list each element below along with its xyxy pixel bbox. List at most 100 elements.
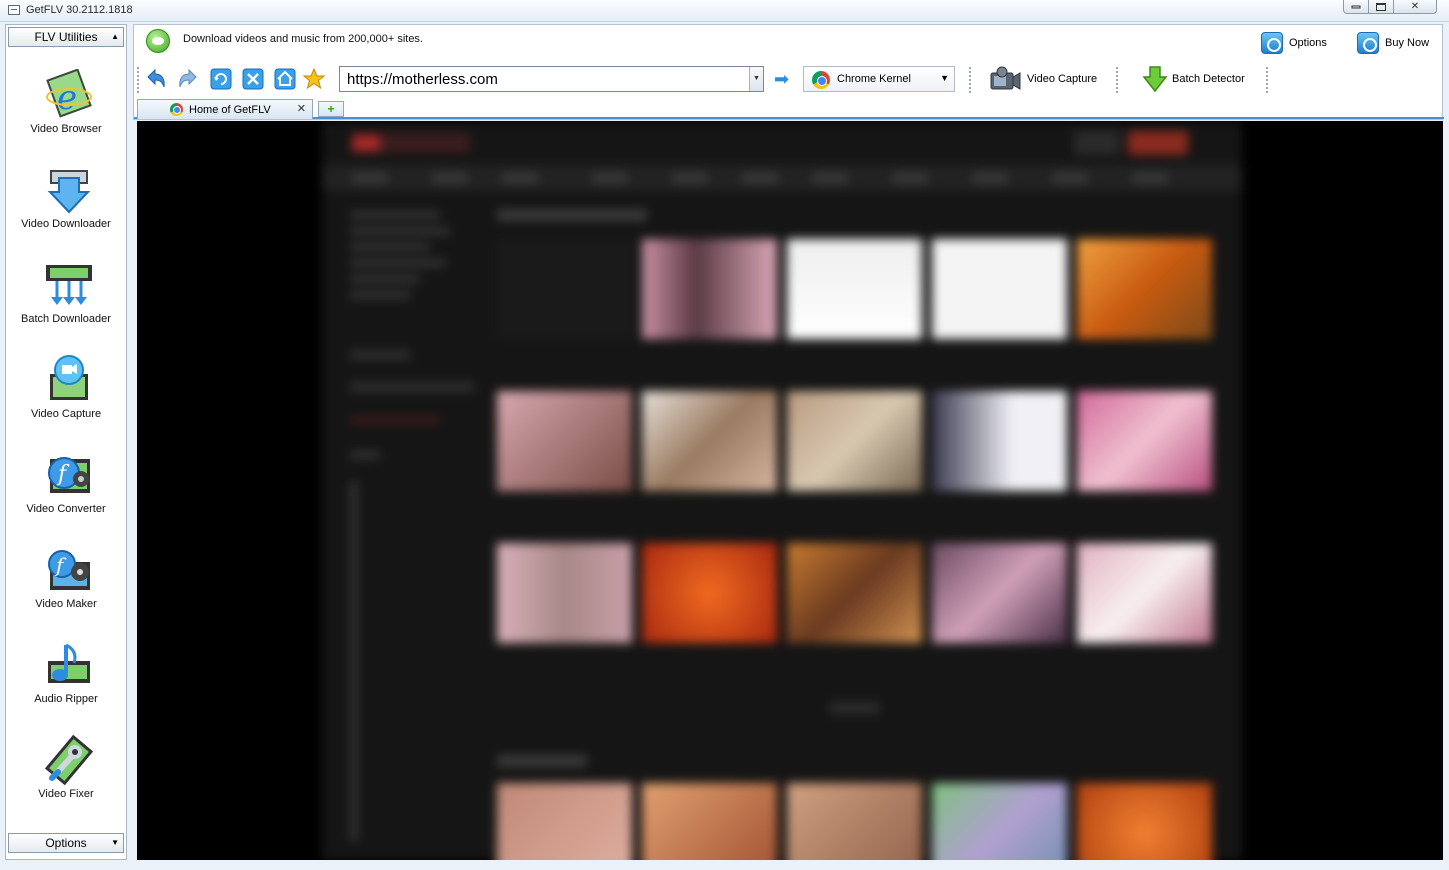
- video-thumbnail: [932, 543, 1067, 643]
- tool-video-browser[interactable]: e Video Browser: [6, 69, 126, 159]
- video-thumbnail: [932, 239, 1067, 339]
- promo-text: Download videos and music from 200,000+ …: [183, 33, 423, 45]
- tool-video-capture[interactable]: Video Capture: [6, 354, 126, 444]
- browser-viewport[interactable]: [137, 121, 1443, 860]
- video-downloader-icon: [47, 170, 91, 214]
- key-icon: [1357, 32, 1379, 54]
- video-thumbnail: [787, 783, 922, 860]
- minimize-button[interactable]: [1343, 0, 1369, 14]
- separator: [137, 67, 139, 93]
- site-sidebar: [350, 211, 480, 851]
- tool-video-converter[interactable]: f Video Converter: [6, 449, 126, 539]
- minimize-icon: [1351, 5, 1361, 8]
- video-thumbnail: [497, 239, 632, 339]
- video-capture-button[interactable]: Video Capture: [989, 65, 1097, 93]
- tool-label: Batch Downloader: [21, 313, 111, 325]
- tool-label: Video Browser: [30, 123, 102, 135]
- video-thumbnail: [932, 783, 1067, 860]
- home-button[interactable]: [273, 67, 297, 91]
- svg-text:e: e: [57, 78, 77, 118]
- gear-icon: [1261, 32, 1283, 54]
- tool-video-maker[interactable]: f Video Maker: [6, 544, 126, 634]
- batch-detector-button[interactable]: Batch Detector: [1142, 65, 1245, 93]
- video-thumbnail: [497, 543, 632, 643]
- navigation-row: ▼ ➡ Chrome Kernel ▼ Video Capture Batch …: [134, 63, 1444, 97]
- utilities-dropdown[interactable]: FLV Utilities ▲: [8, 27, 124, 47]
- green-download-icon: [1142, 66, 1168, 93]
- video-fixer-icon: [44, 734, 94, 786]
- video-thumbnail: [932, 391, 1067, 491]
- forward-button[interactable]: [176, 67, 200, 91]
- video-thumbnail: [642, 391, 777, 491]
- options-dropdown[interactable]: Options ▼: [8, 833, 124, 853]
- video-browser-icon: e: [46, 69, 92, 118]
- video-capture-icon: [50, 355, 88, 400]
- utilities-dropdown-label: FLV Utilities: [34, 30, 98, 44]
- dropdown-arrow-icon: ▼: [940, 73, 949, 83]
- url-history-dropdown[interactable]: ▼: [749, 67, 763, 91]
- url-field[interactable]: ▼: [339, 66, 764, 92]
- video-converter-icon: f: [48, 457, 90, 493]
- tool-audio-ripper[interactable]: Audio Ripper: [6, 639, 126, 729]
- tab-bar: Home of GetFLV ✕ +: [134, 97, 1444, 119]
- tool-label: Video Maker: [35, 598, 97, 610]
- batch-detector-label: Batch Detector: [1172, 73, 1245, 85]
- maximize-button[interactable]: [1368, 0, 1394, 14]
- kernel-label: Chrome Kernel: [837, 73, 911, 85]
- site-section-heading: [497, 755, 587, 767]
- utilities-sidebar: FLV Utilities ▲ e Video Browser Video Do…: [5, 24, 127, 860]
- tool-video-downloader[interactable]: Video Downloader: [6, 164, 126, 254]
- separator: [1266, 67, 1268, 93]
- video-thumbnail: [787, 239, 922, 339]
- tool-label: Video Downloader: [21, 218, 111, 230]
- video-thumbnail: [642, 543, 777, 643]
- tool-label: Video Converter: [26, 503, 106, 515]
- separator: [1116, 67, 1118, 93]
- site-logo: [352, 133, 470, 153]
- video-thumbnail: [787, 543, 922, 643]
- browser-toolbar-area: Download videos and music from 200,000+ …: [133, 24, 1444, 120]
- options-dropdown-label: Options: [45, 836, 87, 850]
- options-button[interactable]: Options: [1261, 30, 1327, 56]
- back-button[interactable]: [144, 67, 168, 91]
- window-controls: ✕: [1343, 0, 1437, 14]
- close-window-button[interactable]: ✕: [1393, 0, 1437, 14]
- dropdown-arrow-icon: ▼: [111, 838, 119, 847]
- tool-label: Video Fixer: [38, 788, 94, 800]
- video-thumbnail: [1077, 543, 1212, 643]
- video-maker-icon: f: [48, 550, 90, 590]
- chrome-icon: [812, 71, 830, 89]
- close-tab-icon[interactable]: ✕: [297, 102, 306, 115]
- separator: [969, 67, 971, 93]
- window-titlebar: GetFLV 30.2112.1818 ✕: [0, 0, 1449, 22]
- favorite-star-button[interactable]: [302, 67, 326, 91]
- close-icon: ✕: [1410, 0, 1420, 12]
- buy-now-label: Buy Now: [1385, 37, 1430, 49]
- url-input[interactable]: [340, 67, 748, 91]
- collapse-arrow-icon: ▲: [111, 32, 119, 41]
- video-thumbnail: [642, 239, 777, 339]
- chat-bubble-icon: [146, 29, 170, 53]
- site-pager: [830, 703, 880, 713]
- site-header-button: [1128, 131, 1188, 155]
- system-menu-icon[interactable]: [8, 5, 20, 15]
- new-tab-button[interactable]: +: [318, 101, 344, 117]
- go-arrow-button[interactable]: ➡: [774, 70, 789, 88]
- site-nav-bar: [322, 165, 1242, 191]
- kernel-select[interactable]: Chrome Kernel ▼: [803, 66, 955, 92]
- tab-home-of-getflv[interactable]: Home of GetFLV ✕: [137, 99, 313, 119]
- stop-button[interactable]: [241, 67, 265, 91]
- chrome-icon: [170, 103, 183, 116]
- tab-label: Home of GetFLV: [189, 104, 271, 116]
- refresh-button[interactable]: [209, 67, 233, 91]
- tool-label: Audio Ripper: [34, 693, 98, 705]
- batch-downloader-icon: [46, 265, 92, 305]
- buy-now-button[interactable]: Buy Now: [1357, 30, 1429, 56]
- audio-ripper-icon: [48, 643, 90, 683]
- video-thumbnail: [497, 783, 632, 860]
- tool-batch-downloader[interactable]: Batch Downloader: [6, 259, 126, 349]
- tool-video-fixer[interactable]: Video Fixer: [6, 734, 126, 824]
- blurred-web-page: [322, 121, 1242, 860]
- window-title: GetFLV 30.2112.1818: [26, 4, 133, 16]
- site-section-heading: [497, 209, 647, 221]
